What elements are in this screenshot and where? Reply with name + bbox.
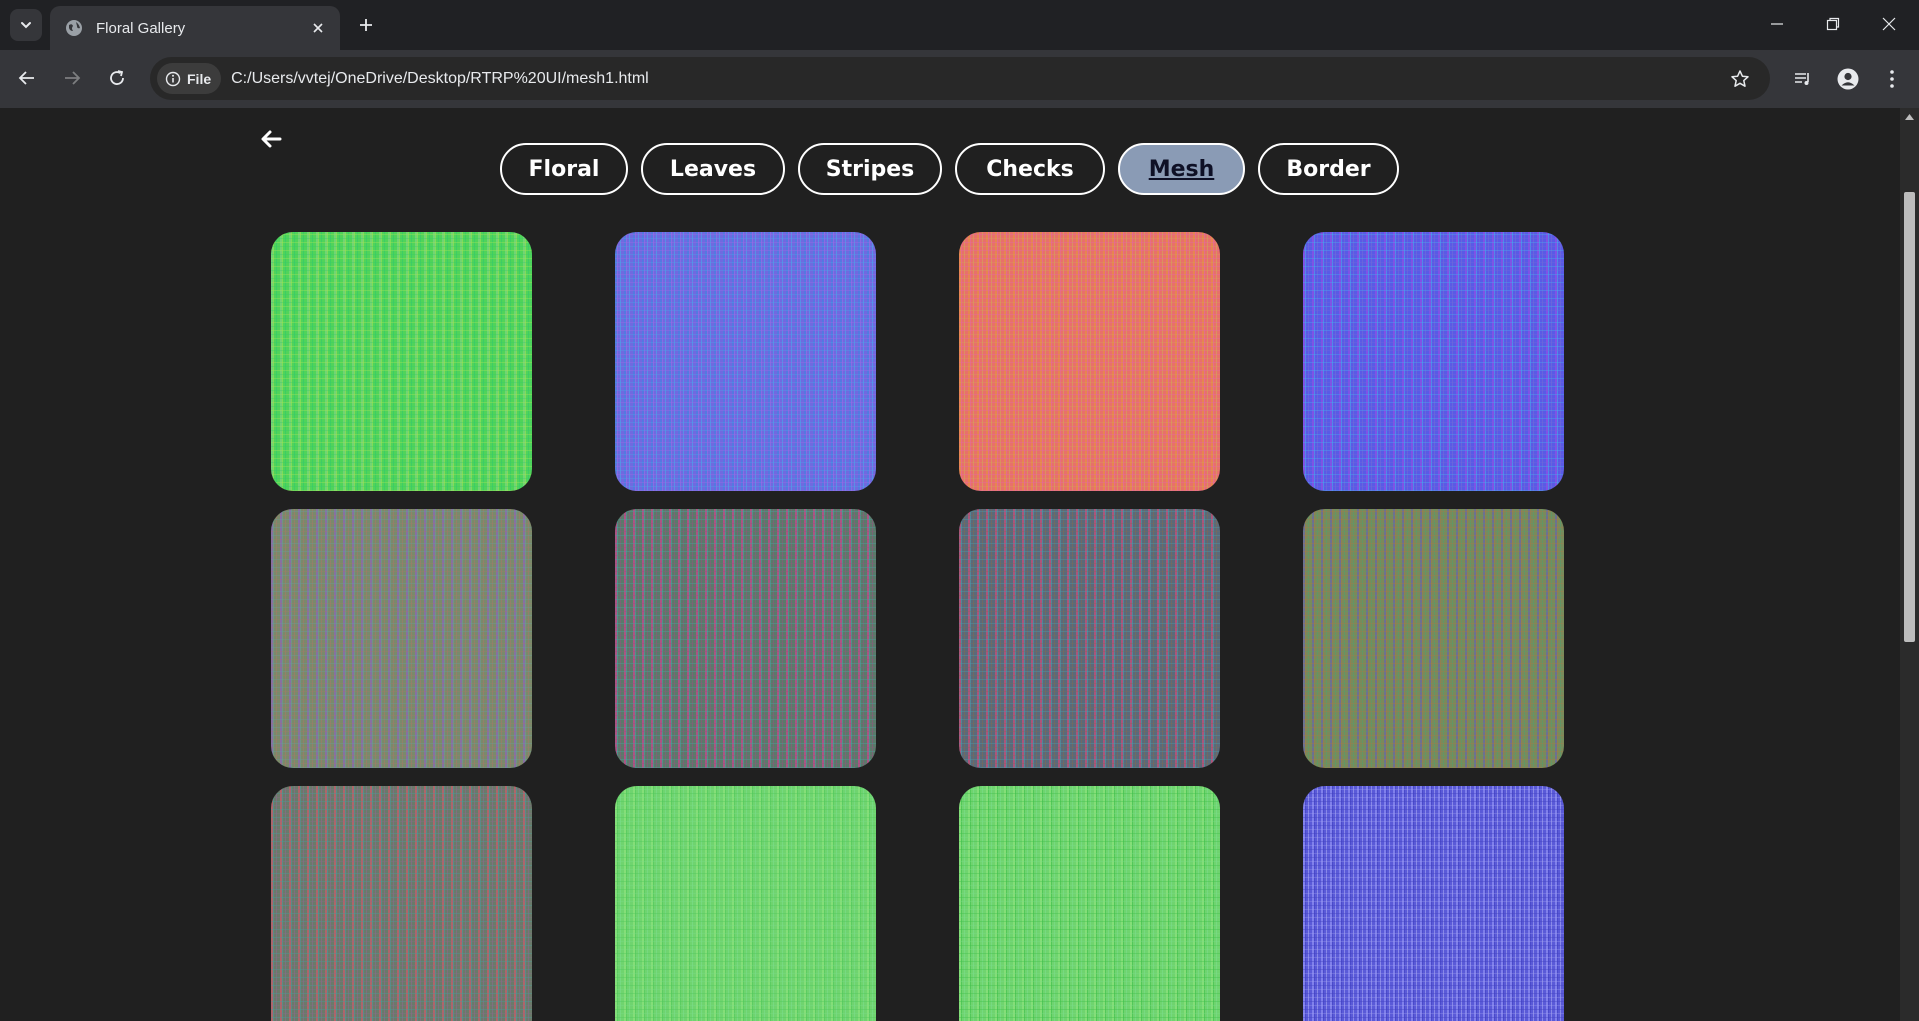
arrow-left-icon bbox=[18, 71, 34, 85]
back-button[interactable] bbox=[11, 62, 43, 94]
reload-button[interactable] bbox=[101, 62, 133, 94]
tab-strip: Floral Gallery bbox=[0, 0, 1919, 50]
avatar-icon bbox=[1837, 68, 1859, 90]
page-scrollbar[interactable] bbox=[1900, 108, 1919, 1021]
minimize-button[interactable] bbox=[1749, 0, 1805, 48]
more-vert-icon bbox=[1890, 70, 1894, 88]
site-info-chip[interactable]: File bbox=[157, 63, 222, 94]
chevron-down-icon bbox=[21, 22, 31, 29]
mesh-swatch-card[interactable] bbox=[959, 232, 1220, 491]
star-icon bbox=[1731, 69, 1749, 87]
mesh-swatch-card[interactable] bbox=[271, 232, 532, 491]
url-text[interactable]: C:/Users/vvtej/OneDrive/Desktop/RTRP%20U… bbox=[231, 70, 1722, 88]
playlist-icon bbox=[1795, 73, 1809, 85]
browser-tab[interactable]: Floral Gallery bbox=[50, 6, 340, 50]
mesh-swatch-card[interactable] bbox=[1303, 509, 1564, 768]
mesh-swatch-card[interactable] bbox=[615, 232, 876, 491]
reload-icon bbox=[110, 70, 124, 85]
arrow-right-icon bbox=[65, 71, 81, 85]
media-controls-button[interactable] bbox=[1786, 62, 1820, 96]
forward-button[interactable] bbox=[56, 62, 88, 94]
restore-icon bbox=[1826, 17, 1840, 31]
mesh-swatch-card[interactable] bbox=[1303, 786, 1564, 1021]
close-icon bbox=[1882, 17, 1896, 31]
profile-button[interactable] bbox=[1831, 62, 1865, 96]
browser-toolbar: File C:/Users/vvtej/OneDrive/Desktop/RTR… bbox=[0, 50, 1919, 108]
mesh-swatch-card[interactable] bbox=[271, 786, 532, 1021]
restore-button[interactable] bbox=[1805, 0, 1861, 48]
close-window-button[interactable] bbox=[1861, 0, 1917, 48]
scrollbar-thumb[interactable] bbox=[1904, 192, 1915, 642]
tab-title: Floral Gallery bbox=[96, 19, 186, 37]
close-icon[interactable] bbox=[308, 18, 328, 38]
page-viewport: Floral Leaves Stripes Checks Mesh Border bbox=[0, 108, 1900, 1021]
scroll-up-arrow[interactable] bbox=[1900, 108, 1919, 126]
new-tab-button[interactable] bbox=[352, 11, 380, 39]
info-icon bbox=[165, 71, 181, 86]
scheme-label: File bbox=[187, 70, 212, 87]
globe-icon bbox=[64, 18, 84, 38]
mesh-swatch-card[interactable] bbox=[615, 509, 876, 768]
triangle-up-icon bbox=[1905, 114, 1914, 120]
address-bar[interactable]: File C:/Users/vvtej/OneDrive/Desktop/RTR… bbox=[150, 57, 1770, 100]
mesh-swatch-card[interactable] bbox=[1303, 232, 1564, 491]
minimize-icon bbox=[1771, 23, 1783, 25]
plus-icon bbox=[360, 19, 372, 31]
mesh-swatch-card[interactable] bbox=[959, 509, 1220, 768]
tab-search-button[interactable] bbox=[10, 9, 42, 41]
mesh-swatch-card[interactable] bbox=[959, 786, 1220, 1021]
browser-menu-button[interactable] bbox=[1875, 62, 1909, 96]
mesh-swatch-card[interactable] bbox=[271, 509, 532, 768]
mesh-swatch-card[interactable] bbox=[615, 786, 876, 1021]
mesh-gallery-grid bbox=[0, 108, 1900, 1021]
bookmark-button[interactable] bbox=[1722, 61, 1758, 97]
